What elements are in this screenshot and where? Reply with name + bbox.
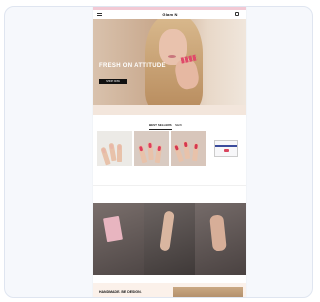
product-tabs: BEST SELLERS NEW	[93, 121, 246, 130]
product-image[interactable]	[97, 131, 132, 166]
bottom-banner-image	[173, 287, 243, 297]
nail-swatch	[101, 147, 107, 154]
product-image[interactable]	[134, 131, 169, 166]
nail-swatch	[138, 145, 144, 152]
product-image[interactable]	[171, 131, 206, 166]
category-image	[103, 215, 123, 243]
nail-swatch	[109, 143, 114, 150]
product-card[interactable]	[171, 131, 206, 181]
bottom-banner-title: HANDMADE. BE DESIGN.	[99, 290, 142, 294]
preview-card: Glam N FRESH ON ATTITUDE SHOP NOW BEST S…	[4, 6, 313, 298]
box-label	[224, 149, 229, 152]
nail-swatch	[193, 143, 199, 150]
nail-swatch	[147, 142, 153, 149]
product-box	[214, 140, 238, 157]
hero-cta-button[interactable]: SHOP NOW	[99, 79, 127, 84]
category-image	[209, 214, 227, 252]
hero-model-lips	[168, 55, 176, 58]
tab-best-sellers[interactable]: BEST SELLERS	[149, 121, 172, 130]
bottom-banner[interactable]: HANDMADE. BE DESIGN.	[93, 283, 246, 297]
category-tiles	[93, 203, 246, 275]
info-strip	[93, 105, 246, 115]
site-logo[interactable]: Glam N	[159, 11, 181, 18]
category-tile[interactable]	[195, 203, 246, 275]
nail-swatch	[117, 145, 122, 150]
nail-swatch	[173, 144, 180, 151]
nail-swatch	[157, 145, 162, 152]
nail-swatch	[183, 141, 188, 148]
hero-headline: FRESH ON ATTITUDE	[99, 63, 166, 69]
product-grid	[97, 131, 243, 181]
product-card[interactable]	[208, 131, 243, 181]
menu-icon[interactable]	[97, 13, 102, 16]
product-card[interactable]	[134, 131, 169, 181]
category-tile[interactable]	[144, 203, 195, 275]
website-preview[interactable]: Glam N FRESH ON ATTITUDE SHOP NOW BEST S…	[93, 7, 246, 297]
category-image	[159, 210, 175, 252]
product-card[interactable]	[97, 131, 132, 181]
hero-banner[interactable]: FRESH ON ATTITUDE SHOP NOW	[93, 19, 246, 105]
box-stripe	[215, 145, 237, 147]
cart-icon[interactable]	[235, 12, 239, 16]
product-image[interactable]	[208, 131, 243, 166]
tab-new[interactable]: NEW	[175, 121, 182, 129]
section-divider	[93, 185, 246, 186]
category-tile[interactable]	[93, 203, 144, 275]
